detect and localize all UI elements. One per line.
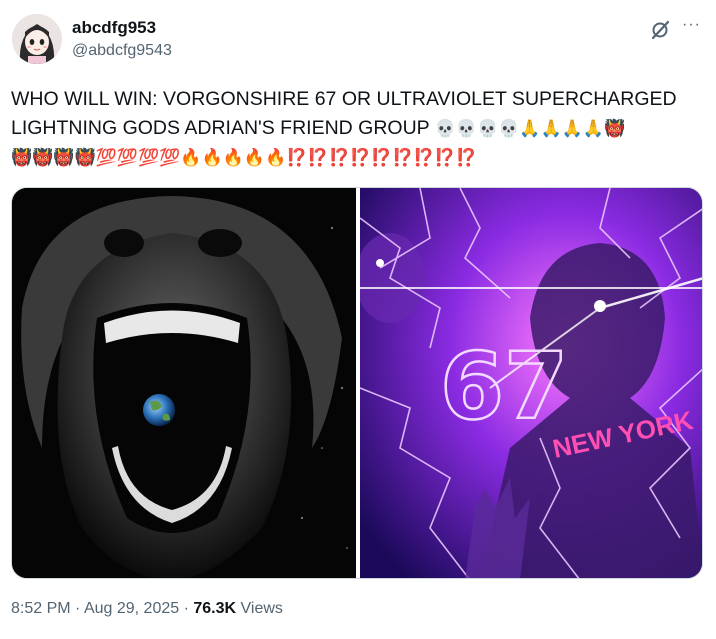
media-grid[interactable]: 67 NEW YORK	[11, 187, 703, 579]
views-label: Views	[236, 600, 283, 617]
display-name[interactable]: abcdfg953	[72, 18, 156, 38]
meta-separator: ·	[70, 600, 84, 617]
anime-girl-avatar-icon	[12, 14, 62, 64]
tweet-time[interactable]: 8:52 PM	[11, 600, 71, 617]
tweet-text-line-2: LIGHTNING GODS ADRIAN'S FRIEND GROUP 💀💀💀…	[11, 114, 706, 144]
meta-separator: ·	[179, 600, 194, 617]
overlay-67-text: 67	[440, 333, 568, 440]
tweet-text-line-2-words: LIGHTNING GODS ADRIAN'S FRIEND GROUP	[11, 117, 430, 139]
tweet-text-line-1: WHO WILL WIN: VORGONSHIRE 67 OR ULTRAVIO…	[11, 88, 677, 110]
media-image-left[interactable]	[12, 188, 356, 578]
user-handle[interactable]: @abdcfg9543	[72, 42, 172, 60]
views-count[interactable]: 76.3K	[193, 600, 236, 617]
media-image-right[interactable]: 67 NEW YORK	[360, 188, 702, 578]
tweet-meta: 8:52 PM · Aug 29, 2025 · 76.3K Views	[11, 600, 283, 618]
screaming-face-image	[12, 188, 356, 578]
tweet-text: WHO WILL WIN: VORGONSHIRE 67 OR ULTRAVIO…	[11, 85, 706, 173]
tweet-date[interactable]: Aug 29, 2025	[84, 600, 179, 617]
emoji-sequence-2: 👹👹👹👹💯💯💯💯🔥🔥🔥🔥🔥⁉️⁉️⁉️⁉️⁉️⁉️⁉️⁉️⁉️	[11, 148, 477, 168]
emoji-sequence-1: 💀💀💀💀🙏🙏🙏🙏👹	[434, 119, 626, 139]
lightning-67-image: 67 NEW YORK	[360, 188, 702, 578]
more-options-icon[interactable]: ···	[682, 16, 701, 34]
avatar[interactable]	[12, 14, 62, 64]
grok-icon[interactable]	[650, 20, 670, 40]
